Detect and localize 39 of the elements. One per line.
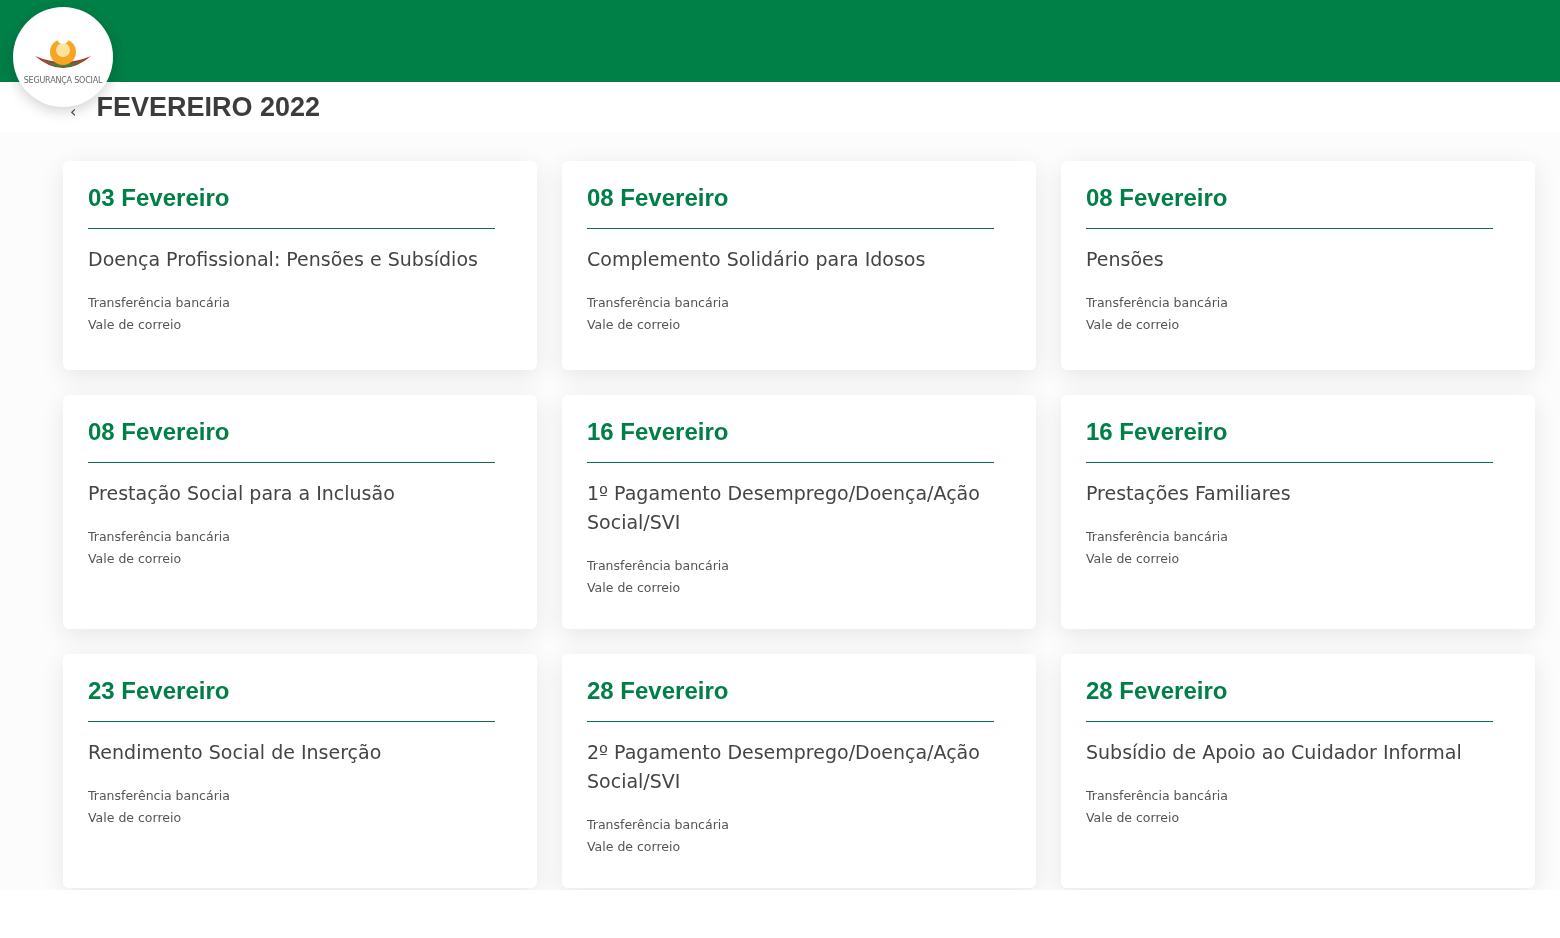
benefit-title: 1º Pagamento Desemprego/Doença/Ação Social/SVI — [587, 481, 981, 535]
payment-method: Vale de correio — [88, 316, 182, 334]
payment-method: Vale de correio — [587, 579, 681, 597]
page-title: FEVEREIRO 2022 — [96, 90, 320, 124]
card-date: 08 Fevereiro — [1086, 183, 1228, 213]
payment-method: Transferência bancária — [587, 557, 729, 575]
payment-method: Transferência bancária — [1086, 787, 1228, 805]
payment-method: Transferência bancária — [88, 528, 230, 546]
payment-method: Vale de correio — [587, 316, 681, 334]
benefit-title: Subsídio de Apoio ao Cuidador Informal — [1086, 740, 1462, 765]
payment-method: Vale de correio — [88, 809, 182, 827]
card-date: 16 Fevereiro — [587, 417, 729, 447]
benefit-title: Complemento Solidário para Idosos — [587, 247, 926, 272]
back-button[interactable]: ‹ — [70, 105, 77, 119]
benefit-title: Prestações Familiares — [1086, 481, 1291, 506]
payment-method: Vale de correio — [1086, 809, 1180, 827]
benefit-title: Prestação Social para a Inclusão — [88, 481, 395, 506]
payment-method: Vale de correio — [587, 838, 681, 856]
card-date: 08 Fevereiro — [88, 417, 230, 447]
benefit-title: Rendimento Social de Inserção — [88, 740, 382, 765]
payment-method: Transferência bancária — [587, 294, 729, 312]
payment-method: Transferência bancária — [1086, 294, 1228, 312]
benefit-title: Pensões — [1086, 247, 1164, 272]
payment-method: Transferência bancária — [587, 816, 729, 834]
card-date: 28 Fevereiro — [587, 676, 729, 706]
card-date: 08 Fevereiro — [587, 183, 729, 213]
card-date: 03 Fevereiro — [88, 183, 230, 213]
benefit-title: Doença Profissional: Pensões e Subsídios — [88, 247, 478, 272]
card-date: 23 Fevereiro — [88, 676, 230, 706]
payment-method: Vale de correio — [1086, 550, 1180, 568]
benefit-title: 2º Pagamento Desemprego/Doença/Ação Social/SVI — [587, 740, 981, 794]
payment-method: Transferência bancária — [88, 294, 230, 312]
payment-method: Transferência bancária — [88, 787, 230, 805]
payment-method: Transferência bancária — [1086, 528, 1228, 546]
payment-method: Vale de correio — [1086, 316, 1180, 334]
logo-text: SEGURANÇA SOCIAL — [23, 76, 103, 86]
card-date: 28 Fevereiro — [1086, 676, 1228, 706]
card-date: 16 Fevereiro — [1086, 417, 1228, 447]
payment-method: Vale de correio — [88, 550, 182, 568]
